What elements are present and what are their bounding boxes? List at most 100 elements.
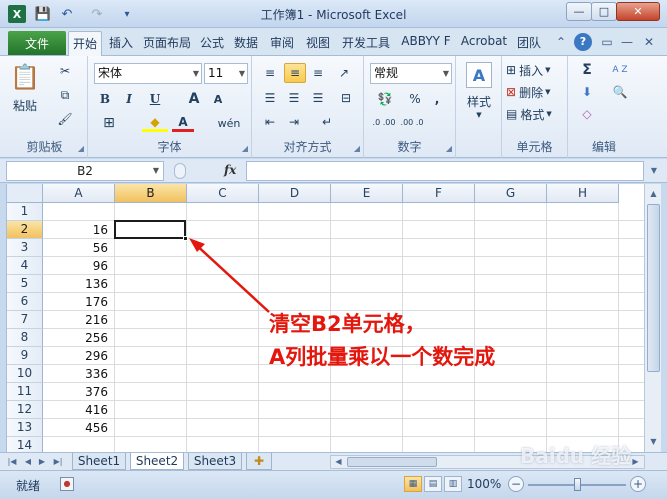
tab-home[interactable]: 开始 (68, 31, 102, 57)
tab-file[interactable]: 文件 (8, 31, 66, 55)
delete-cells-button[interactable]: ⊠ 删除 ▼ (506, 83, 564, 101)
cell-a6[interactable]: 176 (44, 293, 112, 311)
copy-icon[interactable]: ⧉ (54, 86, 76, 104)
align-center-icon[interactable]: ☰ (284, 88, 304, 108)
scroll-left-icon[interactable]: ◀ (331, 454, 346, 470)
align-left-icon[interactable]: ☰ (260, 88, 280, 108)
vertical-scroll-thumb[interactable] (647, 204, 660, 372)
cell-a4[interactable]: 96 (44, 257, 112, 275)
row-header-1[interactable]: 1 (7, 203, 43, 221)
insert-cells-button[interactable]: ⊞ 插入 ▼ (506, 61, 564, 79)
sheet-tab-sheet1[interactable]: Sheet1 (72, 453, 126, 470)
row-header-11[interactable]: 11 (7, 383, 43, 401)
scroll-down-icon[interactable]: ▼ (646, 434, 661, 450)
font-name-select[interactable]: 宋体 ▼ (94, 63, 202, 84)
horizontal-scroll-thumb[interactable] (347, 457, 437, 467)
column-header-f[interactable]: F (403, 184, 475, 203)
tab-abbyy[interactable]: ABBYY F (398, 34, 454, 54)
shrink-font-button[interactable]: A (208, 90, 228, 108)
autosum-icon[interactable]: Σ (576, 61, 598, 79)
decrease-decimal-button[interactable]: .00 .0 (400, 114, 424, 132)
format-cells-button[interactable]: ▤ 格式 ▼ (506, 105, 564, 123)
prev-sheet-icon[interactable]: ◀ (22, 455, 34, 468)
tab-insert[interactable]: 插入 (104, 34, 138, 54)
minimize-workbook-icon[interactable]: — (618, 33, 636, 51)
sheet-tab-sheet2[interactable]: Sheet2 (130, 453, 184, 470)
styles-icon[interactable]: A (466, 62, 492, 88)
column-header-c[interactable]: C (187, 184, 259, 203)
find-select-icon[interactable]: 🔍 (606, 83, 634, 101)
fill-icon[interactable]: ⬇ (576, 83, 598, 101)
select-all-corner[interactable] (7, 184, 43, 203)
align-top-icon[interactable]: ≡ (260, 63, 280, 83)
tab-page-layout[interactable]: 页面布局 (140, 34, 194, 54)
tab-view[interactable]: 视图 (302, 34, 334, 54)
comma-button[interactable]: , (428, 90, 446, 108)
selected-cell-b2[interactable] (114, 220, 186, 239)
font-color-button[interactable]: A (172, 114, 194, 132)
font-launcher-icon[interactable]: ◢ (242, 144, 248, 153)
column-header-b[interactable]: B (115, 184, 187, 203)
bold-button[interactable]: B (96, 90, 114, 108)
styles-button[interactable]: 样式 (460, 92, 498, 110)
column-header-g[interactable]: G (475, 184, 547, 203)
cell-a9[interactable]: 296 (44, 347, 112, 365)
row-header-8[interactable]: 8 (7, 329, 43, 347)
number-format-select[interactable]: 常规 ▼ (370, 63, 452, 84)
clipboard-launcher-icon[interactable]: ◢ (78, 144, 84, 153)
column-header-e[interactable]: E (331, 184, 403, 203)
cell-a7[interactable]: 216 (44, 311, 112, 329)
collapse-ribbon-icon[interactable]: ⌃ (552, 33, 570, 51)
phonetic-guide-button[interactable]: wén (212, 114, 246, 132)
align-right-icon[interactable]: ☰ (308, 88, 328, 108)
increase-indent-icon[interactable]: ⇥ (284, 112, 304, 132)
first-sheet-icon[interactable]: |◀ (6, 455, 18, 468)
format-painter-icon[interactable]: 🖌 (54, 110, 76, 128)
macro-record-icon[interactable]: ● (60, 477, 74, 491)
increase-decimal-button[interactable]: .0 .00 (372, 114, 396, 132)
paste-button[interactable]: 粘贴 (8, 96, 42, 114)
last-sheet-icon[interactable]: ▶| (52, 455, 64, 468)
tab-review[interactable]: 审阅 (266, 34, 298, 54)
zoom-slider-thumb[interactable] (574, 478, 581, 491)
maximize-button[interactable]: □ (591, 2, 617, 21)
percent-button[interactable]: % (406, 90, 424, 108)
cell-a10[interactable]: 336 (44, 365, 112, 383)
restore-workbook-icon[interactable]: ▭ (598, 33, 616, 51)
paste-icon[interactable]: 📋 (8, 60, 42, 94)
scroll-up-icon[interactable]: ▲ (646, 186, 661, 202)
normal-view-icon[interactable]: ▦ (404, 476, 422, 492)
row-header-14[interactable]: 14 (7, 437, 43, 452)
help-icon[interactable]: ? (574, 33, 592, 51)
cell-a5[interactable]: 136 (44, 275, 112, 293)
underline-button[interactable]: U (144, 90, 166, 108)
cell-a3[interactable]: 56 (44, 239, 112, 257)
expand-formula-icon[interactable]: ▼ (646, 163, 662, 179)
align-middle-icon[interactable]: ≡ (284, 63, 306, 83)
formula-input[interactable] (246, 161, 644, 181)
cell-a1[interactable] (44, 203, 112, 221)
borders-button[interactable]: ⊞ (96, 114, 122, 132)
page-break-view-icon[interactable]: ▥ (444, 476, 462, 492)
row-header-4[interactable]: 4 (7, 257, 43, 275)
sheet-tab-sheet3[interactable]: Sheet3 (188, 453, 242, 470)
align-bottom-icon[interactable]: ≡ (308, 63, 328, 83)
cut-icon[interactable]: ✂ (54, 62, 76, 80)
row-header-7[interactable]: 7 (7, 311, 43, 329)
row-header-3[interactable]: 3 (7, 239, 43, 257)
row-header-5[interactable]: 5 (7, 275, 43, 293)
row-header-12[interactable]: 12 (7, 401, 43, 419)
cell-a13[interactable]: 456 (44, 419, 112, 437)
fill-handle[interactable] (183, 236, 188, 241)
column-header-h[interactable]: H (547, 184, 619, 203)
row-header-13[interactable]: 13 (7, 419, 43, 437)
worksheet-grid[interactable]: A B C D E F G H 1 2 16 3 56 4 96 5 136 6 176 7 216 8 256 9 296 10… (6, 184, 644, 452)
next-sheet-icon[interactable]: ▶ (36, 455, 48, 468)
orientation-icon[interactable]: ↗ (334, 63, 354, 83)
italic-button[interactable]: I (120, 90, 138, 108)
tab-team[interactable]: 团队 (514, 34, 544, 54)
merge-center-icon[interactable]: ⊟ (334, 88, 358, 108)
cell-a12[interactable]: 416 (44, 401, 112, 419)
row-header-10[interactable]: 10 (7, 365, 43, 383)
page-layout-view-icon[interactable]: ▤ (424, 476, 442, 492)
